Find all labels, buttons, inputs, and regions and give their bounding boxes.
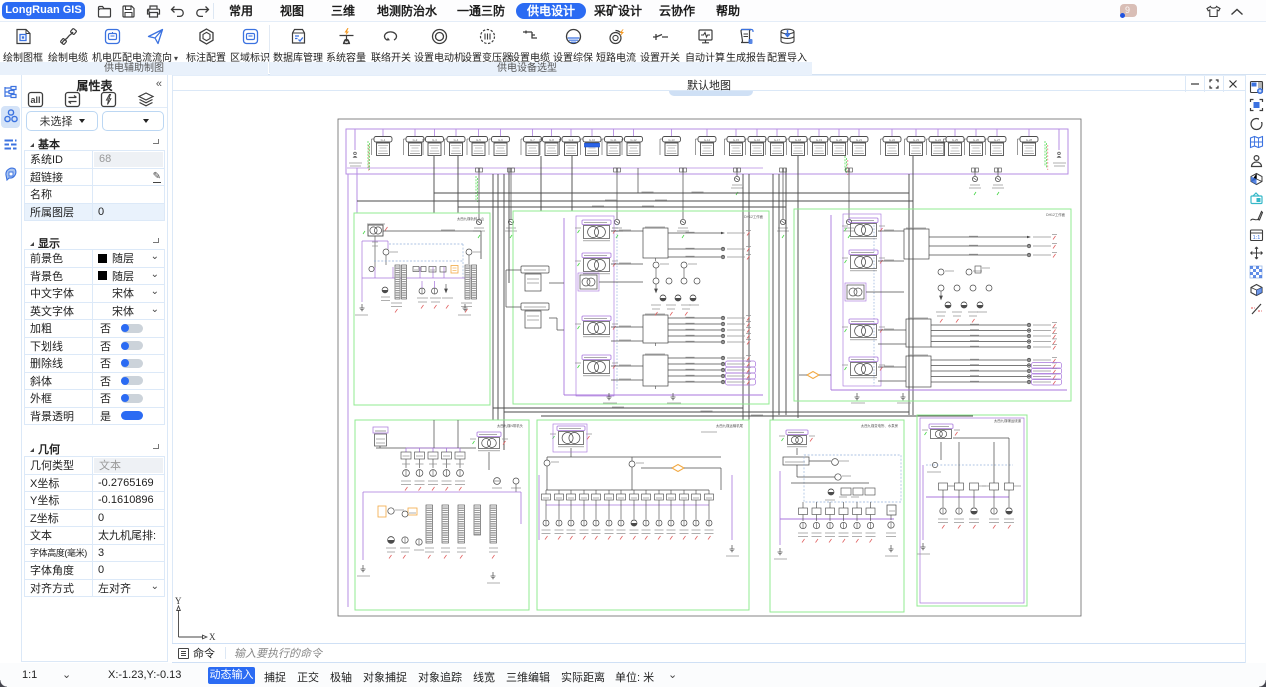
- svg-text:G-18: G-18: [795, 138, 802, 142]
- svg-text:G-27: G-27: [994, 138, 1001, 142]
- svg-text:G-8: G-8: [549, 138, 554, 142]
- svg-text:太西九煤辅运绕道: 太西九煤辅运绕道: [994, 418, 1022, 423]
- svg-text:太西九煤运输机尾: 太西九煤运输机尾: [716, 423, 744, 428]
- svg-text:G-5: G-5: [476, 138, 481, 142]
- svg-text:G-11: G-11: [610, 138, 616, 142]
- svg-text:G-23: G-23: [913, 138, 920, 142]
- svg-text:X: X: [209, 632, 216, 642]
- svg-text:G-7: G-7: [530, 138, 535, 142]
- svg-text:G-4: G-4: [454, 138, 459, 142]
- svg-text:G-21: G-21: [856, 138, 863, 142]
- svg-text:G-25: G-25: [952, 138, 959, 142]
- svg-text:Y: Y: [175, 596, 182, 606]
- svg-text:G-14: G-14: [704, 138, 711, 142]
- svg-text:G-20: G-20: [836, 138, 843, 142]
- svg-text:1:1: 1:1: [1252, 235, 1260, 241]
- svg-text:G-6: G-6: [498, 138, 503, 142]
- svg-text:G-10: G-10: [589, 138, 596, 142]
- svg-text:G-19: G-19: [816, 138, 823, 142]
- svg-text:G-15: G-15: [733, 138, 740, 142]
- svg-text:G-13: G-13: [668, 138, 675, 142]
- svg-text:G-24: G-24: [935, 138, 942, 142]
- svg-text:G-17: G-17: [774, 138, 781, 142]
- svg-text:DH12工作面: DH12工作面: [1046, 212, 1065, 217]
- svg-text:G-16: G-16: [754, 138, 761, 142]
- svg-text:G-1: G-1: [381, 138, 386, 142]
- svg-text:G-28: G-28: [1026, 138, 1033, 142]
- svg-text:太西九煤变电所、水泵房: 太西九煤变电所、水泵房: [861, 423, 899, 428]
- svg-text:DH12工作面: DH12工作面: [744, 214, 763, 219]
- svg-text:太西九煤N带机头: 太西九煤N带机头: [497, 423, 524, 428]
- svg-text:太西九煤轨斜上山: 太西九煤轨斜上山: [457, 216, 485, 221]
- svg-text:G-9: G-9: [569, 138, 574, 142]
- svg-text:G-12: G-12: [630, 138, 637, 142]
- svg-text:G-3: G-3: [432, 138, 437, 142]
- svg-text:all: all: [30, 95, 40, 105]
- svg-text:G-2: G-2: [413, 138, 418, 142]
- svg-text:G-26: G-26: [973, 138, 980, 142]
- svg-text:G-22: G-22: [889, 138, 896, 142]
